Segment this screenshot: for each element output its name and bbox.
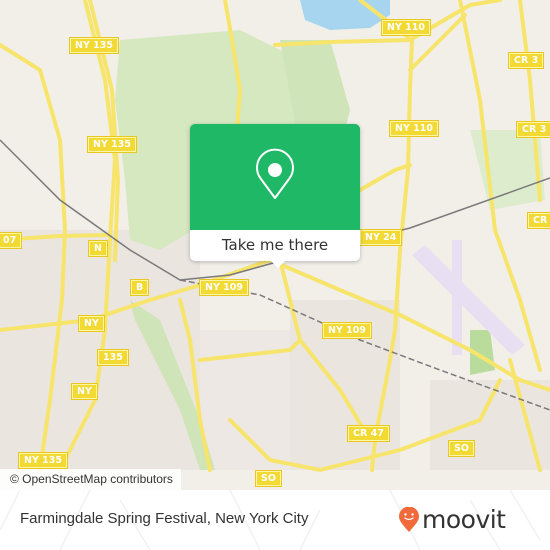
location-pin-icon — [256, 148, 294, 199]
road-label-ny109: NY 109 — [200, 280, 248, 295]
road-label-so: SO — [449, 441, 474, 456]
road-label-cr3: CR 3 — [509, 53, 544, 68]
popup-pointer — [270, 260, 286, 268]
road-label-cr47: CR 47 — [348, 426, 389, 441]
road-label-ny109: NY 109 — [323, 323, 371, 338]
map-canvas[interactable]: NY 135 NY 135 NY 110 NY 110 CR 3 CR 3 CR… — [0, 0, 550, 490]
road-label-partial: NY — [72, 384, 97, 399]
moovit-wordmark: moovit — [422, 505, 506, 534]
take-me-there-button[interactable]: Take me there — [190, 230, 360, 261]
road-label-b: B — [131, 280, 149, 295]
road-label-ny110: NY 110 — [390, 121, 438, 136]
popup-header — [190, 124, 360, 230]
road-label-cr: CR — [528, 213, 550, 228]
road-label-so: SO — [256, 471, 281, 486]
road-label-ny135: NY 135 — [19, 453, 67, 468]
road-label-cr3: CR 3 — [517, 122, 550, 137]
location-popup[interactable]: Take me there — [190, 124, 360, 268]
road-label-ny107: 07 — [0, 233, 22, 248]
map-attribution[interactable]: © OpenStreetMap contributors — [0, 469, 181, 490]
road-label-partial: N — [89, 241, 107, 256]
road-label-partial: NY — [79, 316, 104, 331]
airport-runway — [452, 240, 462, 355]
road-label-ny135: NY 135 — [70, 38, 118, 53]
road-label-ny24: NY 24 — [360, 230, 402, 245]
road-label-ny135: NY 135 — [88, 137, 136, 152]
road-label-ny110: NY 110 — [382, 20, 430, 35]
road-label-ny135: 135 — [98, 350, 128, 365]
residential-area — [430, 380, 550, 470]
moovit-logo[interactable]: moovit — [398, 505, 506, 535]
moovit-pin-icon — [399, 507, 419, 532]
event-title: Farmingdale Spring Festival, New York Ci… — [20, 510, 309, 527]
